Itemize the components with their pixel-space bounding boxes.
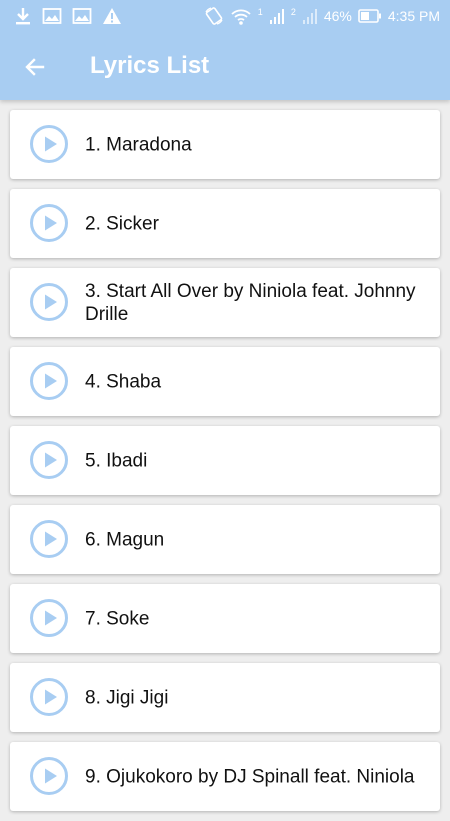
warning-icon	[103, 8, 121, 24]
lyric-title: 1. Maradona	[85, 134, 192, 155]
list-item[interactable]: 4. Shaba	[10, 347, 440, 416]
notification-icons	[14, 6, 122, 26]
system-icons: 1 2 46% 4:35 PM	[204, 6, 440, 26]
download-icon	[16, 8, 30, 25]
play-icon[interactable]	[29, 440, 69, 480]
play-icon[interactable]	[29, 598, 69, 638]
page-title: Lyrics List	[90, 52, 210, 79]
battery-icon	[358, 9, 381, 23]
wifi-icon	[231, 9, 251, 25]
list-item[interactable]: 3. Start All Over by Niniola feat. Johnn…	[10, 268, 440, 337]
list-item[interactable]: 1. Maradona	[10, 110, 440, 179]
sim2-label: 2	[290, 7, 296, 17]
lyric-title: 8. Jigi Jigi	[85, 687, 169, 708]
sim1-label: 1	[257, 7, 263, 17]
signal-icon	[269, 9, 284, 24]
play-icon[interactable]	[29, 203, 69, 243]
toolbar: Lyrics List	[0, 32, 450, 100]
app-bar: 1 2 46% 4:35 PM Lyrics List	[0, 0, 450, 100]
list-item[interactable]: 5. Ibadi	[10, 426, 440, 495]
battery-percent: 46%	[323, 8, 352, 24]
list-item[interactable]: 2. Sicker	[10, 189, 440, 258]
back-button[interactable]	[18, 50, 52, 84]
play-icon[interactable]	[29, 756, 69, 796]
lyric-title: 9. Ojukokoro by DJ Spinall feat. Niniola	[85, 766, 415, 787]
play-icon[interactable]	[29, 282, 69, 322]
play-icon[interactable]	[29, 361, 69, 401]
image-icon	[42, 8, 62, 24]
play-icon[interactable]	[29, 677, 69, 717]
lyric-title: 4. Shaba	[85, 371, 162, 392]
play-icon[interactable]	[29, 519, 69, 559]
status-bar: 1 2 46% 4:35 PM	[0, 0, 450, 32]
lyric-title: 7. Soke	[85, 608, 150, 629]
arrow-back-icon	[25, 58, 45, 76]
lyric-title: 2. Sicker	[85, 213, 159, 234]
list-item[interactable]: 9. Ojukokoro by DJ Spinall feat. Niniola	[10, 742, 440, 811]
signal-icon	[302, 9, 317, 24]
list-item[interactable]: 8. Jigi Jigi	[10, 663, 440, 732]
lyric-title: 5. Ibadi	[85, 450, 148, 471]
clock: 4:35 PM	[387, 8, 440, 24]
rotate-icon	[205, 7, 223, 25]
image-icon	[72, 8, 92, 24]
play-icon[interactable]	[29, 124, 69, 164]
list-item[interactable]: 7. Soke	[10, 584, 440, 653]
lyric-title: 3. Start All Over by Niniola feat. Johnn…	[85, 280, 416, 325]
list-item[interactable]: 6. Magun	[10, 505, 440, 574]
lyric-title: 6. Magun	[85, 529, 165, 550]
lyrics-list: 1. Maradona 2. Sicker 3. Start All Over by…	[10, 110, 440, 821]
